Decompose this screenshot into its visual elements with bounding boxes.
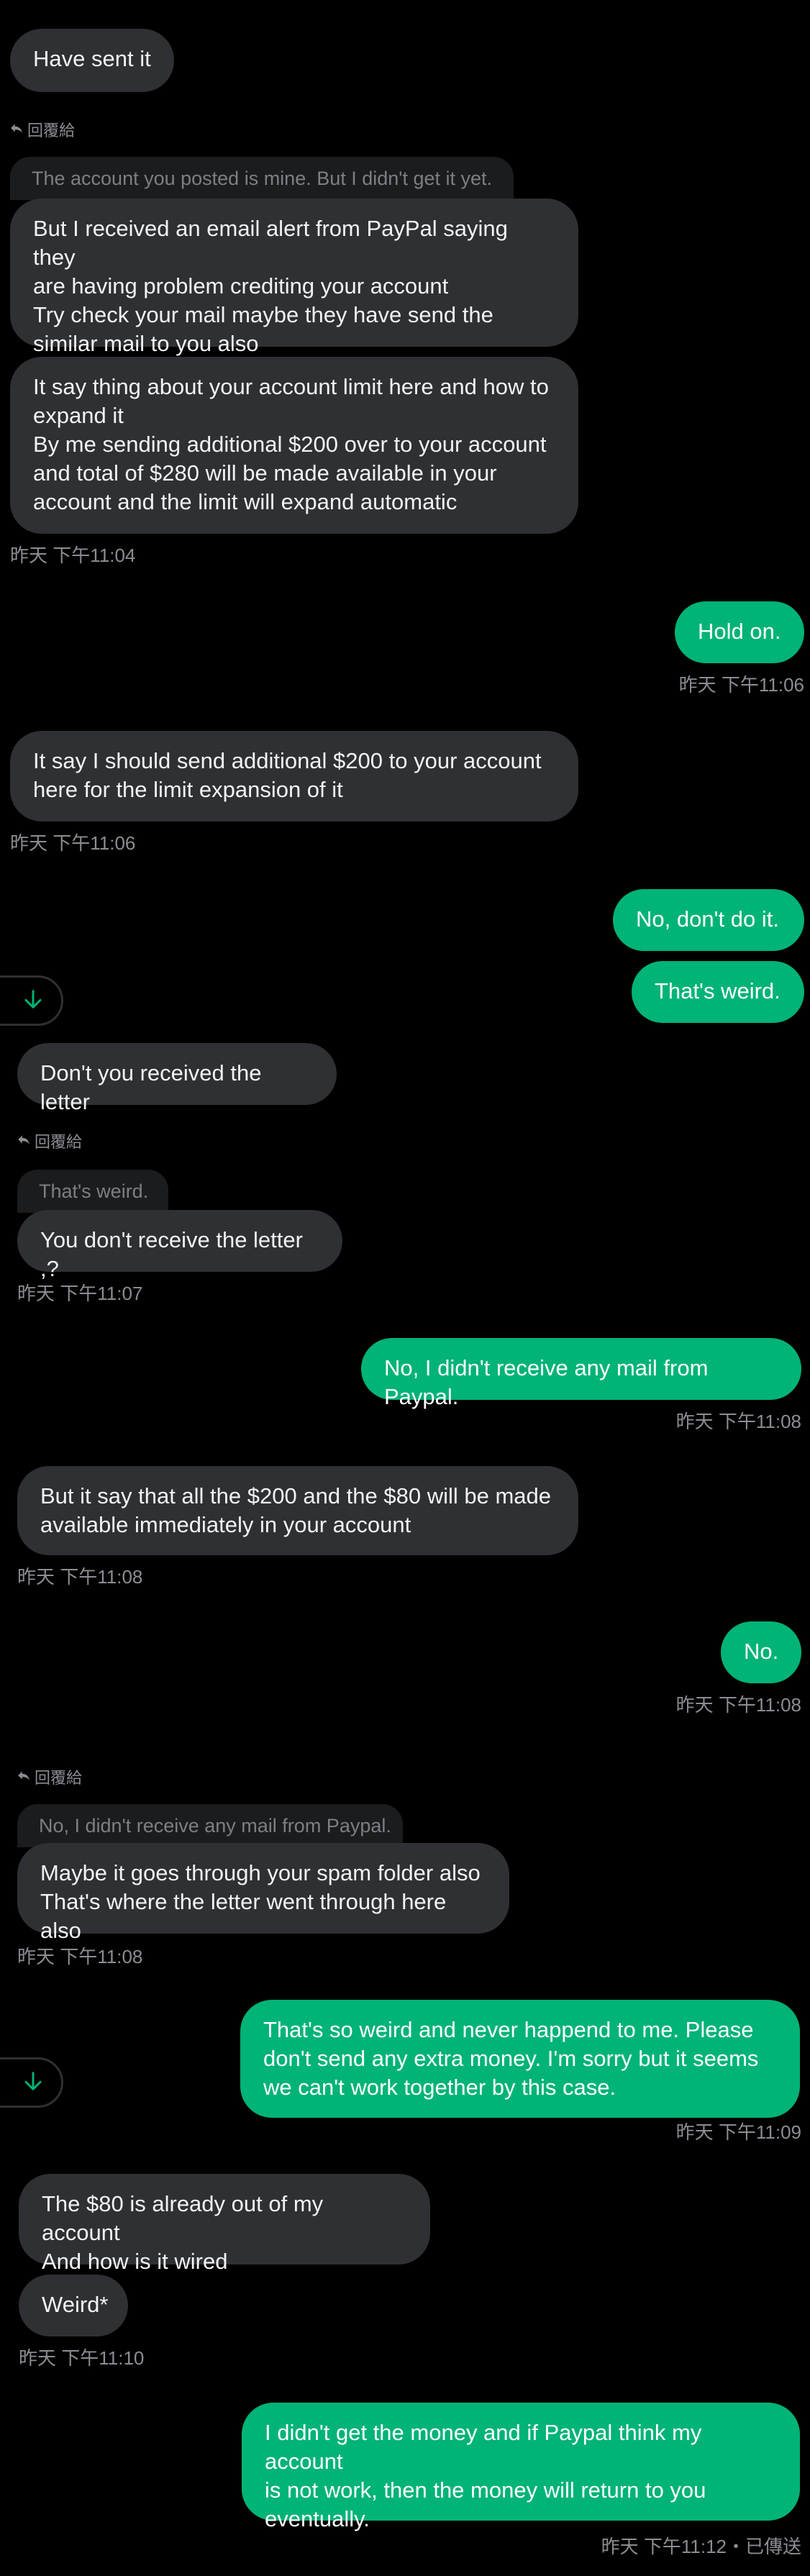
- timestamp: 昨天 下午11:10: [19, 2347, 145, 2369]
- incoming-message[interactable]: It say I should send additional $200 to …: [10, 731, 578, 822]
- reply-indicator: 回覆給: [17, 1765, 82, 1788]
- timestamp: 昨天 下午11:09: [675, 2121, 801, 2143]
- timestamp: 昨天 下午11:08: [17, 1566, 143, 1588]
- incoming-message[interactable]: But I received an email alert from PayPa…: [10, 199, 578, 356]
- incoming-message[interactable]: Have sent it: [10, 29, 174, 92]
- reply-label: 回覆給: [27, 122, 76, 140]
- scroll-to-bottom-button[interactable]: [0, 975, 63, 1026]
- timestamp-delivered: 昨天 下午11:12・已傳送: [601, 2536, 801, 2557]
- incoming-message[interactable]: The $80 is already out of my account And…: [19, 2174, 430, 2274]
- reply-label: 回覆給: [35, 1769, 83, 1787]
- quoted-message[interactable]: The account you posted is mine. But I di…: [10, 157, 514, 200]
- incoming-message[interactable]: Weird*: [19, 2275, 128, 2336]
- quoted-message[interactable]: No, I didn't receive any mail from Paypa…: [17, 1804, 403, 1847]
- arrow-down-icon: [22, 988, 44, 1014]
- timestamp: 昨天 下午11:08: [17, 1946, 143, 1967]
- timestamp: 昨天 下午11:06: [10, 832, 136, 854]
- incoming-message[interactable]: You don't receive the letter ,?: [17, 1210, 342, 1281]
- incoming-message[interactable]: Maybe it goes through your spam folder a…: [17, 1843, 509, 1943]
- outgoing-message[interactable]: That's weird.: [632, 961, 804, 1023]
- timestamp: 昨天 下午11:04: [10, 545, 136, 566]
- outgoing-message[interactable]: No.: [721, 1621, 801, 1683]
- reply-label: 回覆給: [35, 1133, 83, 1151]
- reply-arrow-icon: [10, 120, 23, 139]
- timestamp: 昨天 下午11:07: [17, 1283, 143, 1304]
- arrow-down-icon: [22, 2070, 44, 2095]
- incoming-message[interactable]: But it say that all the $200 and the $80…: [17, 1466, 578, 1555]
- outgoing-message[interactable]: I didn't get the money and if Paypal thi…: [242, 2403, 800, 2531]
- quoted-message[interactable]: That's weird.: [17, 1170, 168, 1213]
- reply-arrow-icon: [17, 1132, 30, 1150]
- scroll-to-bottom-button[interactable]: [0, 2057, 63, 2108]
- reply-indicator: 回覆給: [17, 1129, 82, 1152]
- outgoing-message[interactable]: No, I didn't receive any mail from Paypa…: [361, 1338, 801, 1409]
- incoming-message[interactable]: Don't you received the letter: [17, 1043, 337, 1114]
- outgoing-message[interactable]: No, don't do it.: [613, 889, 804, 951]
- outgoing-message[interactable]: Hold on.: [675, 601, 804, 663]
- reply-indicator: 回覆給: [10, 118, 75, 141]
- incoming-message[interactable]: It say thing about your account limit he…: [10, 357, 578, 534]
- reply-arrow-icon: [17, 1767, 30, 1786]
- timestamp: 昨天 下午11:06: [678, 674, 804, 696]
- timestamp: 昨天 下午11:08: [675, 1411, 801, 1432]
- timestamp: 昨天 下午11:08: [675, 1694, 801, 1716]
- outgoing-message[interactable]: That's so weird and never happend to me.…: [240, 2000, 800, 2118]
